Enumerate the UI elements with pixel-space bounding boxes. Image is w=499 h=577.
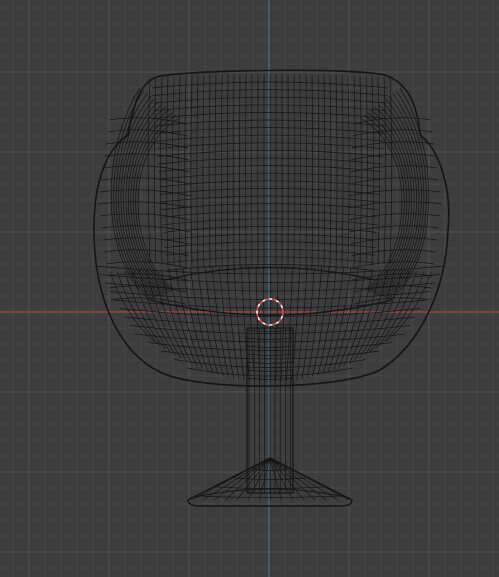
chair-shell-wireframe[interactable] xyxy=(93,69,450,387)
3d-viewport[interactable] xyxy=(0,0,499,577)
viewport-canvas[interactable] xyxy=(0,0,499,577)
chair-base-wireframe[interactable] xyxy=(187,457,353,507)
